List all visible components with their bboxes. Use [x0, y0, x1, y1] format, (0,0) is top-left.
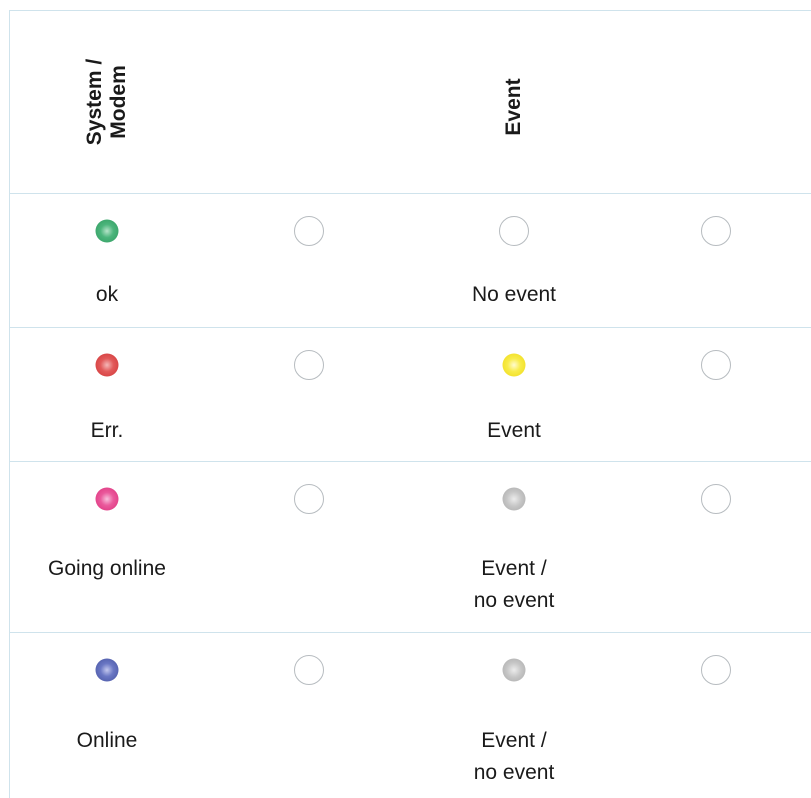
event-led-icon [502, 658, 526, 682]
system-led-icon [95, 658, 119, 682]
system-status-label: Err. [90, 419, 124, 442]
system-led-icon [95, 487, 119, 511]
empty-led-icon [294, 216, 324, 246]
led-legend-table: System / Modem Event ok No event Err. Ev… [9, 10, 811, 798]
table-row: Err. Event [9, 328, 811, 461]
system-status-label: Online [76, 729, 138, 752]
system-led-icon [95, 353, 119, 377]
event-status-label: No event [471, 283, 557, 306]
empty-led-icon [294, 484, 324, 514]
event-status-label: Event / no event [473, 729, 555, 784]
table-row: Going online Event / no event [9, 462, 811, 632]
event-led-icon [502, 353, 526, 377]
system-led-icon [95, 219, 119, 243]
table-row: ok No event [9, 194, 811, 327]
empty-led-icon [499, 216, 529, 246]
table-row: Online Event / no event [9, 633, 811, 798]
header-system-modem: System / Modem [83, 58, 130, 146]
empty-led-icon [701, 350, 731, 380]
header-event: Event [502, 78, 525, 136]
empty-led-icon [701, 655, 731, 685]
event-led-icon [502, 487, 526, 511]
event-status-label: Event [487, 419, 541, 442]
empty-led-icon [701, 484, 731, 514]
system-status-label: Going online [48, 557, 166, 580]
table-header: System / Modem Event [9, 10, 811, 193]
empty-led-icon [294, 655, 324, 685]
empty-led-icon [294, 350, 324, 380]
empty-led-icon [701, 216, 731, 246]
system-status-label: ok [95, 283, 119, 306]
event-status-label: Event / no event [473, 557, 555, 612]
